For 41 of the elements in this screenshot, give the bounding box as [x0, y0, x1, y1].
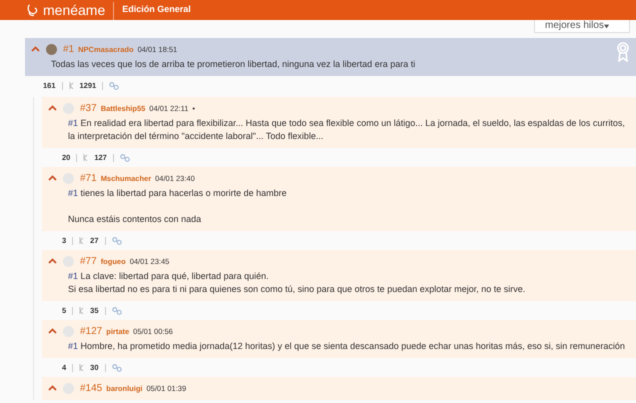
- sort-dropdown[interactable]: mejores hilos: [534, 20, 630, 33]
- avatar: [46, 44, 57, 54]
- caret-down-icon: [604, 24, 609, 28]
- link-icon[interactable]: [120, 154, 130, 162]
- comment-text: #1 Hombre, ha prometido media jornada(12 horitas) y el que se sienta descansado puede echar unas horitas más, eso si, sin remuneración: [68, 340, 626, 353]
- comment-number[interactable]: #71: [80, 172, 97, 184]
- comment-text: Si esa libertad no es para ti ni para quienes son como tú, sino para que otros te puedan explotar mejor, no te sirve.: [68, 283, 526, 296]
- collapse-caret-icon[interactable]: [31, 46, 40, 52]
- collapse-caret-icon[interactable]: [48, 105, 57, 111]
- collapse-caret-icon[interactable]: [48, 328, 57, 334]
- avatar: [63, 382, 74, 394]
- avatar: [63, 326, 74, 336]
- comment-text: Todas las veces que los de arriba te prometieron libertad, ninguna vez la libertad era para ti: [51, 58, 416, 71]
- collapse-caret-icon[interactable]: [48, 385, 57, 391]
- link-icon[interactable]: [109, 82, 120, 90]
- karma-icon: [68, 82, 74, 89]
- award-ribbon-icon: [616, 42, 630, 62]
- karma-icon: [79, 307, 84, 314]
- comment-number[interactable]: #37: [80, 102, 97, 114]
- comment-number[interactable]: #1: [63, 44, 74, 54]
- link-icon[interactable]: [112, 306, 122, 314]
- logo-text[interactable]: menéame: [43, 2, 106, 18]
- karma-icon: [83, 154, 88, 161]
- karma-icon: [79, 364, 84, 371]
- comment-number[interactable]: #77: [80, 256, 97, 266]
- collapse-caret-icon[interactable]: [48, 258, 57, 264]
- avatar: [63, 102, 74, 114]
- comment-number[interactable]: #127: [80, 326, 102, 336]
- comment-number[interactable]: #145: [80, 382, 102, 394]
- comment-text: #1 En realidad era libertad para flexibilizar... Hasta que todo sea flexible como un látigo... La jornada, el sueldo, las espaldas de los curritos, la interpretación del término "accidente laboral"... Todo flexible...: [68, 117, 626, 143]
- edition-label[interactable]: Edición General: [122, 4, 191, 20]
- avatar: [63, 256, 74, 266]
- link-icon[interactable]: [112, 364, 122, 372]
- logo-icon[interactable]: [26, 3, 40, 17]
- avatar: [63, 172, 74, 184]
- link-icon[interactable]: [112, 236, 122, 244]
- karma-icon: [79, 237, 84, 244]
- comment-text: #1 La clave: libertad para qué, libertad para quién.: [68, 270, 270, 283]
- collapse-caret-icon[interactable]: [48, 175, 57, 181]
- comment-text: Nunca estáis contentos con nada: [68, 213, 202, 226]
- comment-text: #1 tienes la libertad para hacerlas o morirte de hambre: [68, 187, 288, 200]
